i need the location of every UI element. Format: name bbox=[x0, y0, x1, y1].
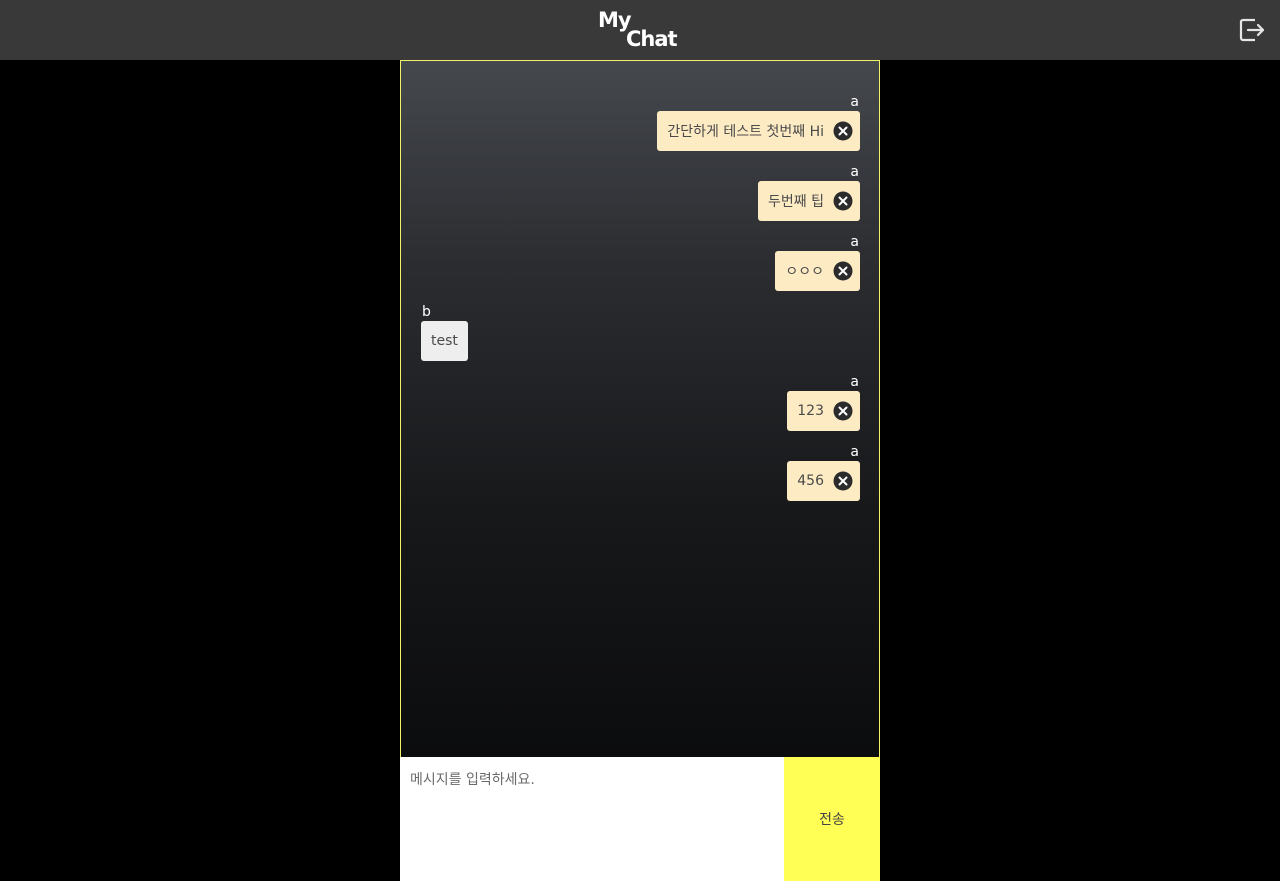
message-text: ㅇㅇㅇ bbox=[785, 264, 824, 280]
message-text: 456 bbox=[797, 473, 824, 489]
message-bubble: 456 bbox=[787, 461, 860, 501]
message-composer: 전송 bbox=[400, 757, 880, 881]
message-item: a ㅇㅇㅇ bbox=[775, 234, 860, 291]
message-bubble: test bbox=[421, 321, 468, 361]
message-sender: a bbox=[850, 94, 859, 110]
close-circle-icon bbox=[833, 471, 853, 491]
message-item: b test bbox=[421, 304, 468, 361]
message-sender: b bbox=[422, 304, 431, 320]
logo-line-2: Chat bbox=[626, 27, 678, 51]
delete-message-button[interactable] bbox=[833, 121, 853, 141]
top-bar: My Chat bbox=[0, 0, 1280, 60]
message-item: a 두번째 팁 bbox=[758, 164, 860, 221]
message-item: a 456 bbox=[787, 444, 860, 501]
message-sender: a bbox=[850, 374, 859, 390]
message-text: 123 bbox=[797, 403, 824, 419]
delete-message-button[interactable] bbox=[833, 261, 853, 281]
message-item: a 간단하게 테스트 첫번째 Hi bbox=[657, 94, 860, 151]
message-item: a 123 bbox=[787, 374, 860, 431]
message-sender: a bbox=[850, 234, 859, 250]
close-circle-icon bbox=[833, 121, 853, 141]
message-bubble: ㅇㅇㅇ bbox=[775, 251, 860, 291]
message-text: 간단하게 테스트 첫번째 Hi bbox=[667, 124, 824, 140]
app-logo: My Chat bbox=[596, 8, 686, 54]
message-text: test bbox=[431, 333, 458, 349]
close-circle-icon bbox=[833, 191, 853, 211]
send-button[interactable]: 전송 bbox=[784, 757, 880, 881]
message-sender: a bbox=[850, 164, 859, 180]
message-text: 두번째 팁 bbox=[768, 194, 824, 210]
delete-message-button[interactable] bbox=[833, 401, 853, 421]
message-list[interactable]: a 간단하게 테스트 첫번째 Hi a 두번째 팁 a ㅇㅇㅇ b test a… bbox=[400, 60, 880, 758]
message-bubble: 간단하게 테스트 첫번째 Hi bbox=[657, 111, 860, 151]
close-circle-icon bbox=[833, 261, 853, 281]
logout-icon bbox=[1239, 18, 1265, 42]
message-bubble: 123 bbox=[787, 391, 860, 431]
message-input[interactable] bbox=[400, 757, 784, 881]
message-sender: a bbox=[850, 444, 859, 460]
delete-message-button[interactable] bbox=[833, 471, 853, 491]
logout-button[interactable] bbox=[1238, 16, 1266, 44]
delete-message-button[interactable] bbox=[833, 191, 853, 211]
close-circle-icon bbox=[833, 401, 853, 421]
message-bubble: 두번째 팁 bbox=[758, 181, 860, 221]
